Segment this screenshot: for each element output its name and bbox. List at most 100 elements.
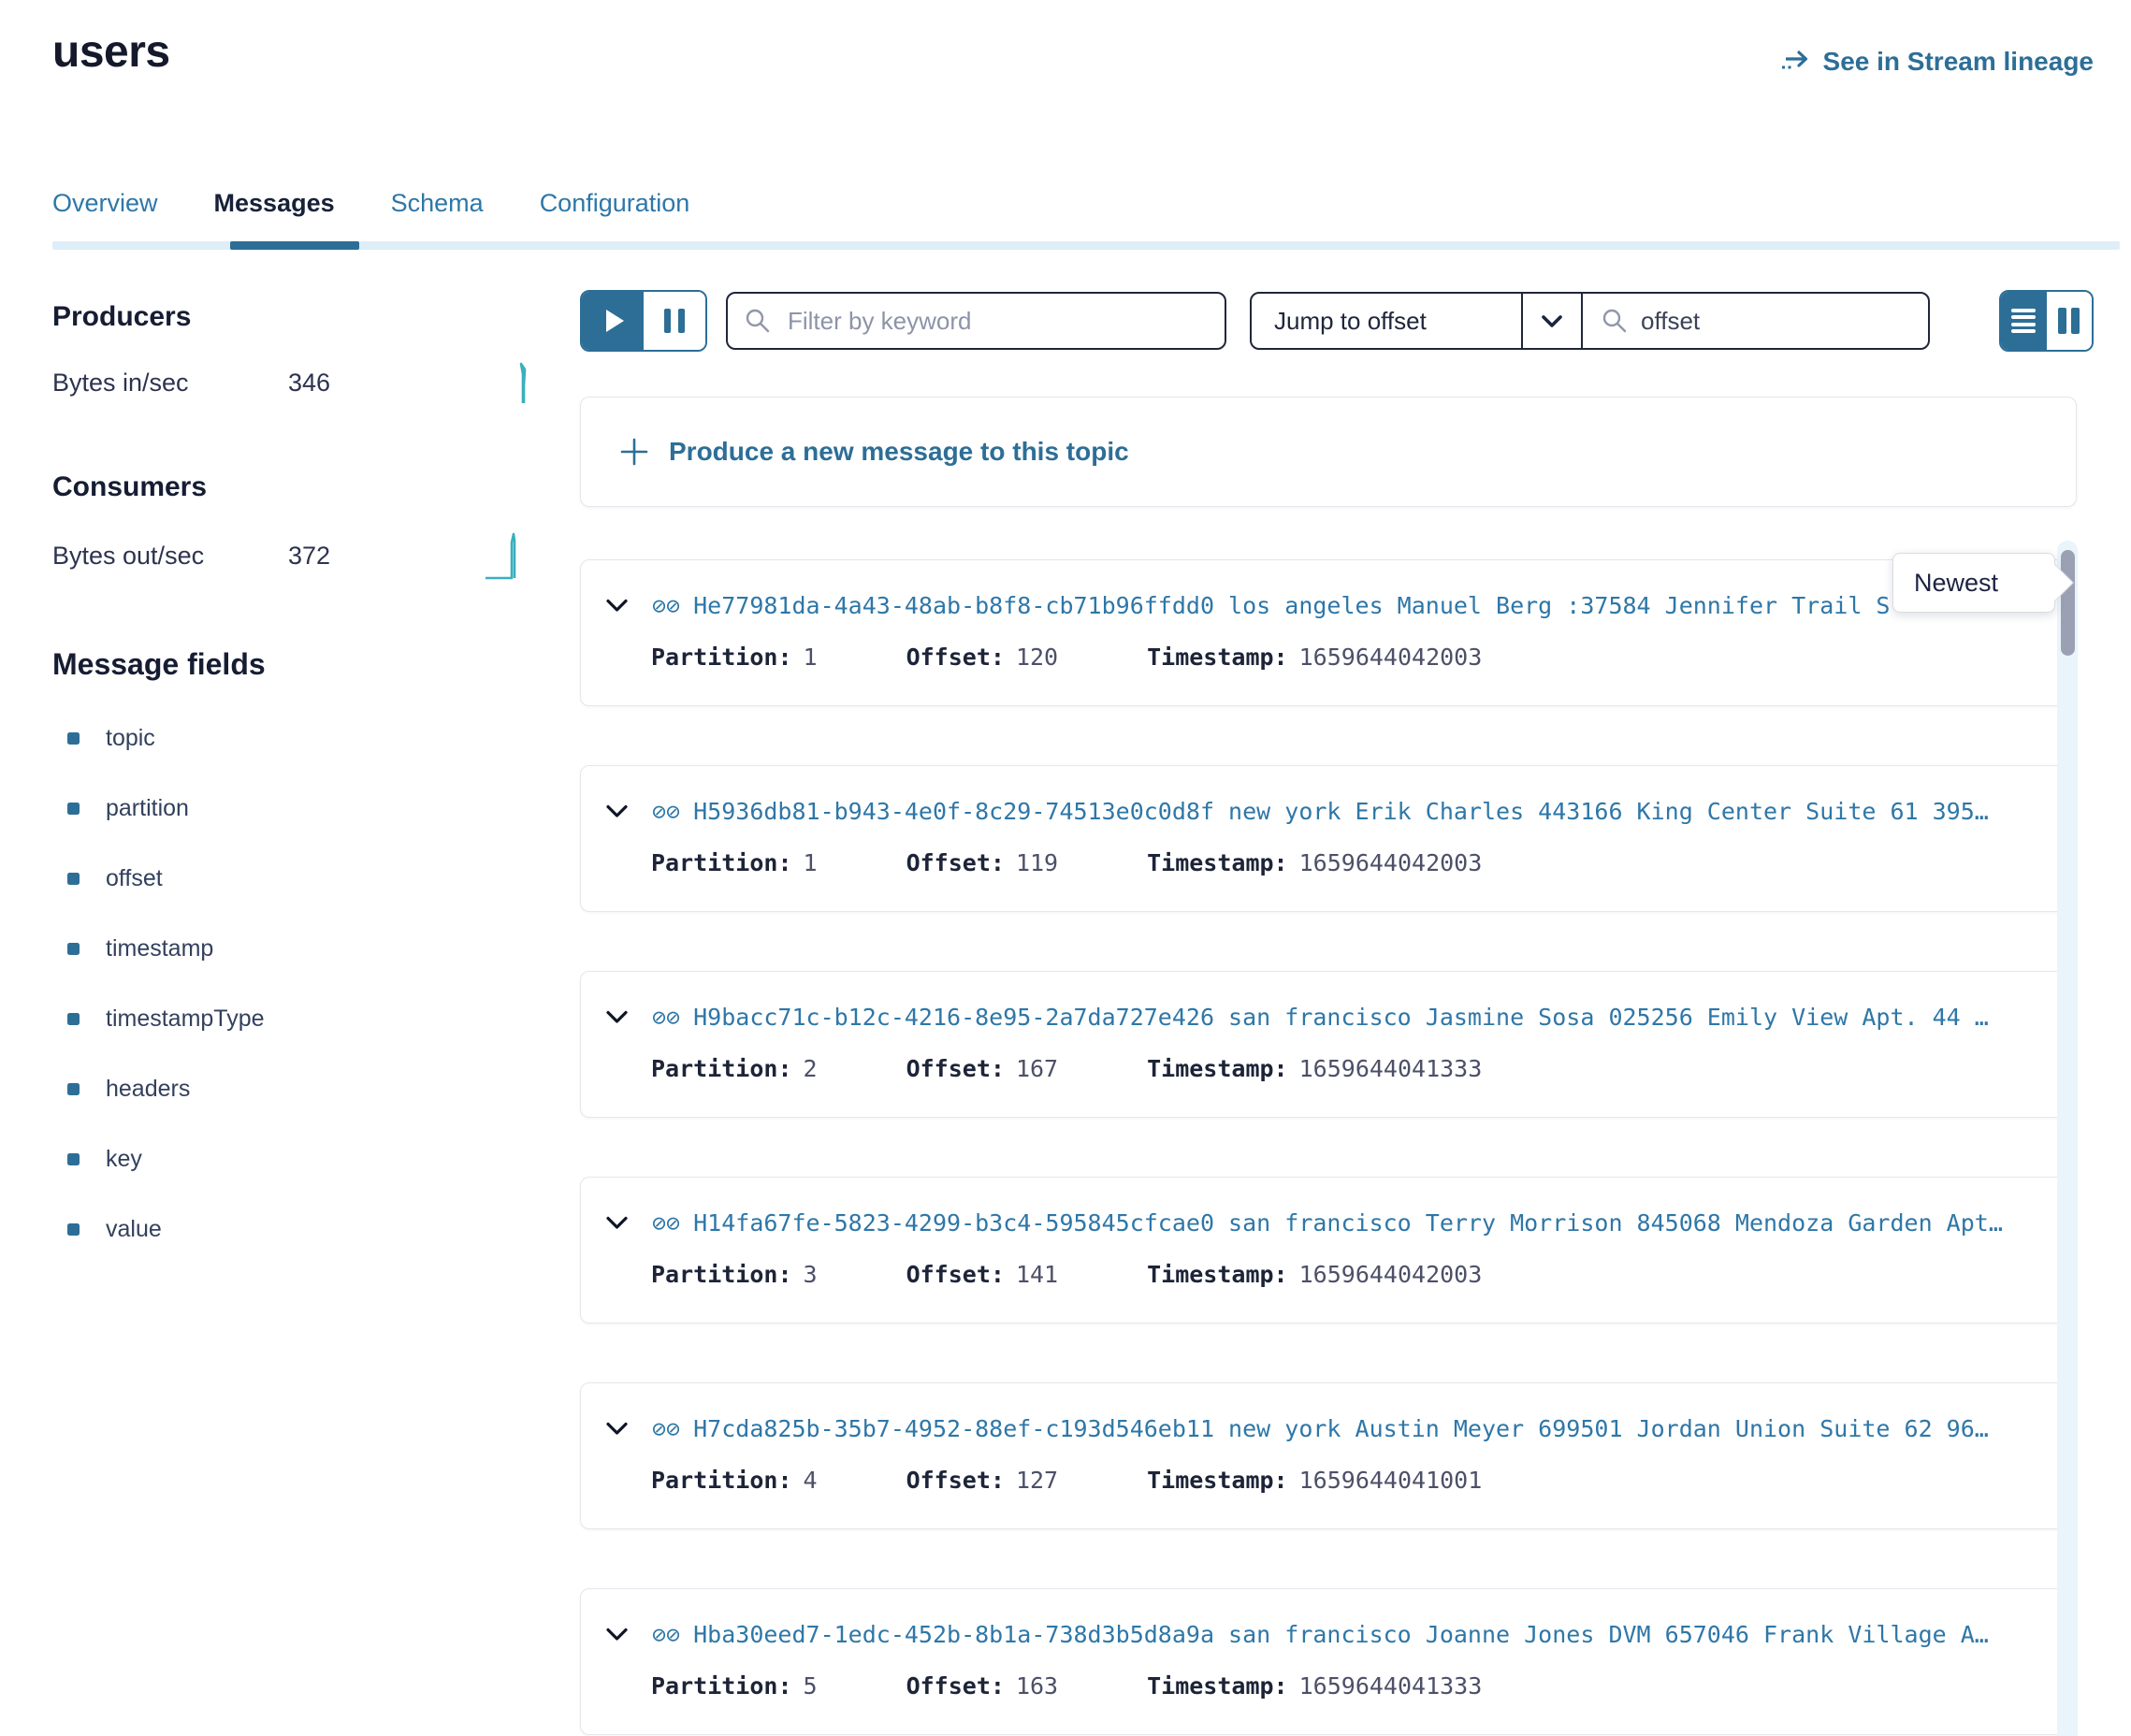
active-tab-indicator (230, 241, 359, 250)
offset-search-input[interactable] (1641, 307, 1884, 336)
jump-select-value: Jump to offset (1252, 307, 1521, 336)
missing-glyph-icon: ⊘⊘ (652, 798, 680, 825)
timestamp-value: 1659644041333 (1299, 1672, 1483, 1700)
message-fields-heading: Message fields (52, 647, 534, 682)
tab-schema[interactable]: Schema (391, 189, 484, 239)
expand-chevron-icon[interactable] (606, 1628, 628, 1642)
pause-icon (678, 309, 685, 333)
timestamp-label: Timestamp: (1147, 1055, 1288, 1082)
timestamp-label: Timestamp: (1147, 644, 1288, 671)
partition-label: Partition: (651, 1055, 792, 1082)
lineage-link-label: See in Stream lineage (1823, 47, 2094, 77)
play-icon (606, 310, 624, 332)
offset-label: Offset: (906, 1672, 1005, 1700)
pause-button[interactable] (644, 292, 705, 350)
producers-heading: Producers (52, 301, 534, 333)
message-key: H7cda825b-35b7-4952-88ef-c193d546eb11 ne… (693, 1415, 1989, 1442)
field-item-headers[interactable]: headers (52, 1076, 534, 1103)
offset-label: Offset: (906, 1261, 1005, 1288)
chevron-down-icon (1541, 314, 1563, 328)
field-item-partition[interactable]: partition (52, 795, 534, 822)
message-key: H9bacc71c-b12c-4216-8e95-2a7da727e426 sa… (693, 1004, 1989, 1031)
column-view-button[interactable] (2047, 292, 2093, 350)
bytes-out-value: 372 (288, 542, 330, 571)
field-bullet-icon (67, 1223, 80, 1236)
filter-by-keyword-input[interactable] (726, 292, 1226, 350)
partition-label: Partition: (651, 1467, 792, 1494)
field-item-value[interactable]: value (52, 1216, 534, 1243)
message-row[interactable]: ⊘⊘ H5936db81-b943-4e0f-8c29-74513e0c0d8f… (580, 765, 2072, 912)
tab-messages[interactable]: Messages (214, 189, 335, 239)
timestamp-value: 1659644041333 (1299, 1055, 1483, 1082)
tab-underline-track (52, 241, 2120, 250)
produce-message-label: Produce a new message to this topic (669, 437, 1129, 467)
topic-messages-page: users See in Stream lineage Overview Mes… (0, 0, 2131, 1736)
page-title: users (52, 26, 170, 78)
scrollbar-track[interactable] (2057, 541, 2078, 1736)
message-row[interactable]: ⊘⊘ He77981da-4a43-48ab-b8f8-cb71b96ffdd0… (580, 559, 2072, 706)
expand-chevron-icon[interactable] (606, 804, 628, 818)
offset-label: Offset: (906, 644, 1005, 671)
sidebar: Producers Bytes in/sec 346 Consumers Byt… (52, 301, 534, 1243)
missing-glyph-icon: ⊘⊘ (652, 1621, 680, 1648)
column-view-icon (2071, 308, 2080, 334)
expand-chevron-icon[interactable] (606, 599, 628, 613)
missing-glyph-icon: ⊘⊘ (652, 1004, 680, 1031)
bytes-in-label: Bytes in/sec (52, 369, 288, 398)
message-row[interactable]: ⊘⊘ H7cda825b-35b7-4952-88ef-c193d546eb11… (580, 1382, 2072, 1529)
view-mode-toggle (1999, 290, 2094, 352)
field-item-timestampType[interactable]: timestampType (52, 1005, 534, 1033)
expand-chevron-icon[interactable] (606, 1422, 628, 1436)
jump-to-offset-select[interactable]: Jump to offset (1250, 292, 1583, 350)
list-view-button[interactable] (2001, 292, 2047, 350)
newest-tooltip-label: Newest (1914, 569, 1998, 598)
partition-value: 1 (804, 644, 818, 671)
offset-value: 127 (1016, 1467, 1058, 1494)
consumers-heading: Consumers (52, 471, 534, 503)
expand-chevron-icon[interactable] (606, 1216, 628, 1230)
expand-chevron-icon[interactable] (606, 1010, 628, 1024)
timestamp-value: 1659644042003 (1299, 1261, 1483, 1288)
offset-value: 141 (1016, 1261, 1058, 1288)
field-item-offset[interactable]: offset (52, 865, 534, 892)
field-item-timestamp[interactable]: timestamp (52, 935, 534, 962)
filter-field (726, 292, 1226, 350)
offset-search-field (1581, 292, 1930, 350)
message-key: H5936db81-b943-4e0f-8c29-74513e0c0d8f ne… (693, 798, 1989, 825)
field-item-topic[interactable]: topic (52, 725, 534, 752)
search-icon (745, 308, 771, 334)
newest-tooltip: Newest (1892, 553, 2055, 613)
timestamp-value: 1659644041001 (1299, 1467, 1483, 1494)
pause-icon (664, 309, 671, 333)
see-in-stream-lineage-link[interactable]: See in Stream lineage (1780, 47, 2094, 77)
timestamp-label: Timestamp: (1147, 849, 1288, 876)
field-item-key[interactable]: key (52, 1146, 534, 1173)
plus-icon (620, 438, 648, 466)
bytes-in-sparkline (514, 361, 534, 404)
produce-message-button[interactable]: Produce a new message to this topic (580, 397, 2077, 507)
field-bullet-icon (67, 1153, 80, 1165)
field-bullet-icon (67, 732, 80, 745)
scrollbar-thumb[interactable] (2061, 550, 2075, 656)
play-button[interactable] (582, 292, 644, 350)
field-bullet-icon (67, 873, 80, 885)
tab-overview[interactable]: Overview (52, 189, 158, 239)
offset-value: 163 (1016, 1672, 1058, 1700)
dashed-arrow-right-icon (1780, 50, 1810, 74)
live-consume-toggle (580, 290, 707, 352)
message-row[interactable]: ⊘⊘ Hba30eed7-1edc-452b-8b1a-738d3b5d8a9a… (580, 1588, 2072, 1735)
tab-configuration[interactable]: Configuration (540, 189, 690, 239)
partition-label: Partition: (651, 1672, 792, 1700)
offset-value: 167 (1016, 1055, 1058, 1082)
message-row[interactable]: ⊘⊘ H14fa67fe-5823-4299-b3c4-595845cfcae0… (580, 1177, 2072, 1324)
timestamp-value: 1659644042003 (1299, 849, 1483, 876)
offset-label: Offset: (906, 849, 1005, 876)
missing-glyph-icon: ⊘⊘ (652, 1415, 680, 1442)
message-row[interactable]: ⊘⊘ H9bacc71c-b12c-4216-8e95-2a7da727e426… (580, 971, 2072, 1118)
bytes-in-value: 346 (288, 369, 330, 398)
partition-value: 4 (804, 1467, 818, 1494)
field-bullet-icon (67, 1083, 80, 1095)
bytes-in-metric: Bytes in/sec 346 (52, 361, 534, 404)
timestamp-label: Timestamp: (1147, 1261, 1288, 1288)
partition-label: Partition: (651, 1261, 792, 1288)
